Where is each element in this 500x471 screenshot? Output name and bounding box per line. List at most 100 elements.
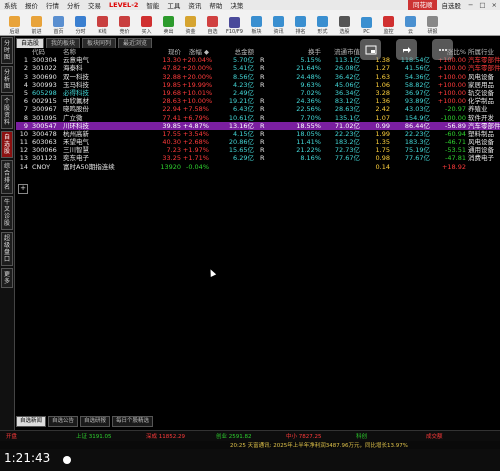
add-stock-button[interactable]: + xyxy=(18,184,28,194)
menu-item-10[interactable]: 决策 xyxy=(226,0,247,10)
close-icon[interactable]: × xyxy=(489,1,500,9)
menu-item-1[interactable]: 报价 xyxy=(21,0,42,10)
cell-z: +100.00 xyxy=(437,72,466,81)
col-header-industry[interactable]: 所属行业 xyxy=(468,48,494,56)
cell-amt: 8.56亿 xyxy=(233,72,254,81)
home-icon xyxy=(53,16,64,27)
toolbar-button-11[interactable]: 板块 xyxy=(246,11,267,35)
menu-item-8[interactable]: 资讯 xyxy=(184,0,205,10)
side-tab-6[interactable]: 超级盘口 xyxy=(1,232,13,266)
table-row[interactable]: 13 301123 奕东电子 33.25 +1.71% 6.29亿 R 8.16% 77.67亿… xyxy=(16,154,500,162)
table-row[interactable]: 8 301095 广立微 77.41 +6.79% 10.61亿 R 7.70% 135.1亿 1… xyxy=(16,114,500,122)
playhead-dot[interactable] xyxy=(63,456,71,464)
cell-idx: 5 xyxy=(23,88,28,97)
side-tab-7[interactable]: 更多 xyxy=(1,268,13,288)
cell-turn: 24.48% xyxy=(296,72,321,81)
menu-item-9[interactable]: 帮助 xyxy=(205,0,226,10)
cell-name: 川环科技 xyxy=(63,121,89,130)
menu-item-4[interactable]: 交易 xyxy=(84,0,105,10)
table-row[interactable]: 3 300690 双一科技 32.88 +20.00% 8.56亿 R 24.48% 36.42… xyxy=(16,73,500,81)
maximize-icon[interactable]: □ xyxy=(476,1,488,9)
bottom-tab-2[interactable]: 自选研报 xyxy=(80,416,111,427)
minimize-icon[interactable]: − xyxy=(465,1,476,9)
toolbar-button-5[interactable]: 竞价 xyxy=(114,11,135,35)
cell-idx: 1 xyxy=(23,56,28,65)
side-tab-4[interactable]: 综合排名 xyxy=(1,160,13,194)
table-row[interactable]: 7 300967 晓鸣股份 22.94 +7.58% 6.43亿 R 22.56% 28.63亿… xyxy=(16,105,500,113)
cell-idx: 14 xyxy=(19,162,28,171)
cell-turn: 5.15% xyxy=(300,56,321,65)
table-row[interactable]: 14 CNOY 富时A50期指连续 13920 -0.04% 0.14 +18.92 xyxy=(16,163,500,171)
forward-icon xyxy=(31,16,42,27)
col-header-price[interactable]: 现价 xyxy=(153,48,181,56)
cell-x: 1.63 xyxy=(375,72,390,81)
menu-item-2[interactable]: 行情 xyxy=(42,0,63,10)
side-tab-2[interactable]: 个股资料 xyxy=(1,95,13,129)
toolbar-button-13[interactable]: 排名 xyxy=(290,11,311,35)
side-tab-1[interactable]: 分析图 xyxy=(1,66,13,93)
cell-name: 广立微 xyxy=(63,113,83,122)
bottom-tab-0[interactable]: 自选新闻 xyxy=(16,416,47,427)
toolbar-button-3[interactable]: 分时 xyxy=(70,11,91,35)
col-header-amount[interactable]: 总金额 xyxy=(222,48,255,56)
table-row[interactable]: 10 300478 杭州高新 17.55 +3.54% 4.15亿 R 18.05% 22.23… xyxy=(16,130,500,138)
toolbar-button-12[interactable]: 资讯 xyxy=(268,11,289,35)
table-row[interactable]: 4 300993 玉马科技 19.85 +19.99% 4.23亿 R 9.63% 45.06亿… xyxy=(16,81,500,89)
table-row[interactable]: 2 301022 海泰科 47.82 +20.00% 5.41亿 R 21.64% 26.08亿… xyxy=(16,64,500,72)
tab-2[interactable]: 板块同列 xyxy=(82,38,117,48)
toolbar-button-9[interactable]: 自选 xyxy=(202,11,223,35)
toolbar-label: 选股 xyxy=(339,29,350,35)
monitor-icon xyxy=(383,16,394,27)
toolbar-button-10[interactable]: F10/F9 xyxy=(224,11,245,35)
cell-turn: 11.41% xyxy=(296,138,321,147)
side-tab-3[interactable]: 自选股 xyxy=(1,131,13,158)
toolbar-button-15[interactable]: 选股 xyxy=(334,11,355,35)
cell-chg: +10.01% xyxy=(182,88,213,97)
tab-1[interactable]: 我的板块 xyxy=(46,38,81,48)
picture-in-picture-icon[interactable] xyxy=(360,39,381,60)
toolbar-button-4[interactable]: K线 xyxy=(92,11,113,35)
col-header-code[interactable]: 代码 xyxy=(32,48,45,56)
menu-item-3[interactable]: 分析 xyxy=(63,0,84,10)
col-header-turnover[interactable]: 换手 xyxy=(286,48,321,56)
menu-item-0[interactable]: 系统 xyxy=(0,0,21,10)
toolbar-button-0[interactable]: 后退 xyxy=(4,11,25,35)
side-tab-0[interactable]: 分时图 xyxy=(1,37,13,64)
bottom-tab-3[interactable]: 每日个股精选 xyxy=(112,416,154,427)
menu-item-7[interactable]: 工具 xyxy=(163,0,184,10)
col-header-change[interactable]: 涨幅 ◆ xyxy=(182,48,209,56)
cell-code: 301123 xyxy=(32,154,57,163)
toolbar-button-14[interactable]: 形式 xyxy=(312,11,333,35)
cell-ind: 软件开发 xyxy=(468,113,494,122)
cell-y: 58.82亿 xyxy=(404,80,430,89)
cell-chg: +1.97% xyxy=(182,146,209,155)
toolbar-button-1[interactable]: 前进 xyxy=(26,11,47,35)
kline-icon xyxy=(97,16,108,27)
bottom-tab-1[interactable]: 自选公告 xyxy=(48,416,79,427)
toolbar-button-16[interactable]: PC xyxy=(356,11,377,35)
cell-price: 22.94 xyxy=(162,105,181,114)
toolbar-button-19[interactable]: 研报 xyxy=(422,11,443,35)
cell-chg: -0.04% xyxy=(186,162,209,171)
col-header-market-cap[interactable]: 流通市值 xyxy=(324,48,360,56)
toolbar-button-18[interactable]: 云 xyxy=(400,11,421,35)
cell-x: 2.42 xyxy=(375,105,390,114)
cell-price: 32.88 xyxy=(162,72,181,81)
menu-item-5[interactable]: LEVEL-2 xyxy=(105,1,142,9)
share-icon[interactable] xyxy=(396,39,417,60)
toolbar-label: 研报 xyxy=(427,29,438,35)
table-row[interactable]: 9 300547 川环科技 39.85 +4.87% 13.16亿 R 18.55% 71.02… xyxy=(16,121,500,130)
more-icon[interactable] xyxy=(432,39,453,60)
toolbar-button-8[interactable]: 资金 xyxy=(180,11,201,35)
side-tab-5[interactable]: 牛叉诊股 xyxy=(1,196,13,230)
table-row[interactable]: 5 605298 必得科技 19.68 +10.01% 2.49亿 7.02% 36.34亿 3… xyxy=(16,89,500,97)
toolbar-button-2[interactable]: 首页 xyxy=(48,11,69,35)
tab-0[interactable]: 自选股 xyxy=(16,38,45,48)
toolbar-button-6[interactable]: 买入 xyxy=(136,11,157,35)
toolbar-button-17[interactable]: 监控 xyxy=(378,11,399,35)
tab-3[interactable]: 最近浏览 xyxy=(118,38,153,48)
col-header-name[interactable]: 名称 xyxy=(63,48,76,56)
cell-price: 77.41 xyxy=(162,113,181,122)
menu-item-6[interactable]: 智能 xyxy=(142,0,163,10)
toolbar-button-7[interactable]: 卖出 xyxy=(158,11,179,35)
